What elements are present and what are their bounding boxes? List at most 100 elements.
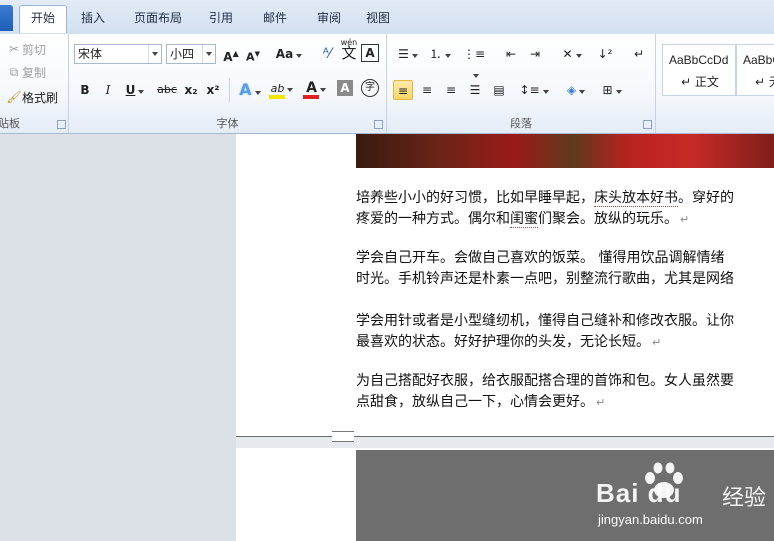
sort-button[interactable]: ↓² (595, 44, 615, 64)
copy-icon: ⧉ (9, 65, 19, 79)
cut-button[interactable]: ✂ 剪切 (6, 38, 46, 60)
highlighter-icon: ab (270, 82, 285, 95)
font-name-select[interactable]: 宋体 (74, 44, 162, 64)
bullets-button[interactable]: ☰ (393, 44, 423, 64)
format-painter-button[interactable]: 🖌 格式刷 (6, 86, 58, 108)
change-case-button[interactable]: Aa (275, 44, 303, 64)
shading-button[interactable]: ◈ (561, 80, 591, 100)
numbering-button[interactable]: ⒈ (425, 44, 455, 64)
distributed-button[interactable]: ▤ (489, 80, 509, 100)
style-name: ↵ 无间 (755, 75, 774, 89)
copy-label: 复制 (22, 65, 47, 80)
text-line: 时光。手机铃声还是朴素一点吧，别整流行歌曲，尤其是网络 (356, 271, 734, 287)
increase-indent-icon: ⇥ (529, 47, 541, 61)
embedded-photo[interactable] (356, 134, 774, 168)
highlight-color-swatch (269, 95, 285, 99)
format-painter-label: 格式刷 (22, 90, 59, 105)
font-group: 宋体 小四 A▲ A▼ Aa ᴬ⁄ wén 文 A B I U abc x₂ x²… (69, 34, 387, 133)
character-border-button[interactable]: A (361, 44, 379, 62)
decrease-indent-button[interactable]: ⇤ (501, 44, 521, 64)
text-line: 学会自己开车。会做自己喜欢的饭菜。 懂得用饮品调解情绪 (356, 250, 725, 266)
text-line: 为自己搭配好衣服，给衣服配搭合理的首饰和包。女人虽然要 (356, 373, 734, 389)
enclose-characters-button[interactable]: 字 (361, 79, 379, 97)
grow-font-icon: A (223, 50, 233, 64)
eraser-icon: ᴬ⁄ (322, 46, 332, 62)
text-effects-icon: A (239, 80, 252, 99)
file-tab[interactable] (0, 5, 13, 31)
align-center-icon: ≡ (421, 83, 433, 97)
style-normal[interactable]: AaBbCcDd ↵ 正文 (662, 44, 736, 96)
tab-page-layout[interactable]: 页面布局 (124, 7, 192, 34)
strikethrough-icon: abc (157, 83, 177, 96)
bold-icon: B (80, 83, 90, 97)
line-spacing-icon: ↕≡ (519, 83, 540, 97)
distributed-icon: ▤ (493, 83, 505, 97)
underline-button[interactable]: U (121, 80, 149, 100)
font-size-select[interactable]: 小四 (166, 44, 216, 64)
subscript-icon: x₂ (184, 83, 198, 97)
paragraph-2[interactable]: 学会自己开车。会做自己喜欢的饭菜。 懂得用饮品调解情绪 时光。手机铃声还是朴素一… (356, 248, 774, 290)
chevron-down-icon[interactable] (148, 45, 161, 63)
borders-button[interactable]: ⊞ (597, 80, 627, 100)
underline-icon: U (125, 83, 136, 97)
superscript-icon: x² (206, 83, 220, 97)
text-line: 点甜食，放纵自己一下，心情会更好。 ↵ (356, 394, 606, 410)
phonetic-guide-button[interactable]: wén 文 (339, 38, 359, 64)
tab-references[interactable]: 引用 (196, 7, 246, 34)
justify-button[interactable]: ☰ (465, 80, 485, 100)
grow-font-button[interactable]: A▲ (221, 44, 241, 64)
sort-icon: ↓² (597, 47, 613, 61)
font-name-value: 宋体 (78, 47, 103, 61)
change-case-icon: Aa (275, 47, 294, 61)
tab-review[interactable]: 审阅 (304, 7, 354, 34)
paintbrush-icon: 🖌 (6, 90, 22, 104)
subscript-button[interactable]: x₂ (181, 80, 201, 100)
styles-group: AaBbCcDd ↵ 正文 AaBbC ↵ 无间 (656, 34, 774, 133)
paragraph-dialog-launcher[interactable] (643, 120, 652, 129)
tab-insert[interactable]: 插入 (68, 7, 118, 34)
tab-view[interactable]: 视图 (354, 7, 402, 34)
strikethrough-button[interactable]: abc (155, 80, 179, 100)
text-effects-button[interactable]: A (235, 80, 265, 100)
paragraph-4[interactable]: 为自己搭配好衣服，给衣服配搭合理的首饰和包。女人虽然要 点甜食，放纵自己一下，心… (356, 371, 774, 413)
left-margin-pane (0, 134, 237, 541)
watermark-url: jingyan.baidu.com (598, 512, 703, 527)
style-no-spacing[interactable]: AaBbC ↵ 无间 (736, 44, 774, 96)
superscript-button[interactable]: x² (203, 80, 223, 100)
increase-indent-button[interactable]: ⇥ (525, 44, 545, 64)
align-left-button[interactable]: ≡ (393, 80, 413, 100)
font-color-button[interactable]: A (301, 78, 331, 99)
italic-button[interactable]: I (98, 80, 118, 100)
shrink-font-button[interactable]: A▼ (243, 44, 263, 64)
paragraph-mark-icon: ↵ (633, 47, 645, 61)
enclose-characters-icon: 字 (365, 82, 375, 93)
numbered-list-icon: ⒈ (429, 47, 442, 61)
watermark-sub: 经验 (722, 486, 767, 511)
align-center-button[interactable]: ≡ (417, 80, 437, 100)
bold-button[interactable]: B (75, 80, 95, 100)
italic-icon: I (105, 83, 111, 97)
page-break-handle[interactable] (332, 431, 354, 442)
paragraph-1[interactable]: 培养些小小的好习惯，比如早睡早起，床头放本好书。穿好的 疼爱的一种方式。偶尔和闺… (356, 188, 774, 230)
line-spacing-button[interactable]: ↕≡ (519, 80, 549, 100)
align-right-button[interactable]: ≡ (441, 80, 461, 100)
copy-button[interactable]: ⧉ 复制 (6, 61, 46, 83)
clipboard-dialog-launcher[interactable] (57, 120, 66, 129)
font-dialog-launcher[interactable] (374, 120, 383, 129)
show-marks-button[interactable]: ↵ (629, 44, 649, 64)
paragraph-group-label: 段落 (510, 117, 532, 130)
highlight-color-button[interactable]: ab (267, 78, 297, 99)
character-shading-button[interactable]: A (337, 80, 353, 96)
text-line: 最喜欢的状态。好好护理你的头发，无论长短。 ↵ (356, 334, 662, 350)
chinese-layout-button[interactable]: ✕ (557, 44, 587, 64)
clear-formatting-button[interactable]: ᴬ⁄ (317, 44, 337, 64)
multilevel-list-button[interactable]: ⋮≡ (459, 44, 489, 78)
paragraph-mark-icon: ↵ (680, 213, 690, 226)
paragraph-3[interactable]: 学会用针或者是小型缝纫机，懂得自己缝补和修改衣服。让你 最喜欢的状态。好好护理你… (356, 311, 774, 353)
font-size-value: 小四 (170, 47, 195, 61)
document-page[interactable]: 培养些小小的好习惯，比如早睡早起，床头放本好书。穿好的 疼爱的一种方式。偶尔和闺… (236, 134, 774, 436)
tab-home[interactable]: 开始 (19, 5, 67, 33)
chevron-down-icon[interactable] (202, 45, 215, 63)
text-line: 学会用针或者是小型缝纫机，懂得自己缝补和修改衣服。让你 (356, 313, 734, 329)
tab-mailings[interactable]: 邮件 (250, 7, 300, 34)
